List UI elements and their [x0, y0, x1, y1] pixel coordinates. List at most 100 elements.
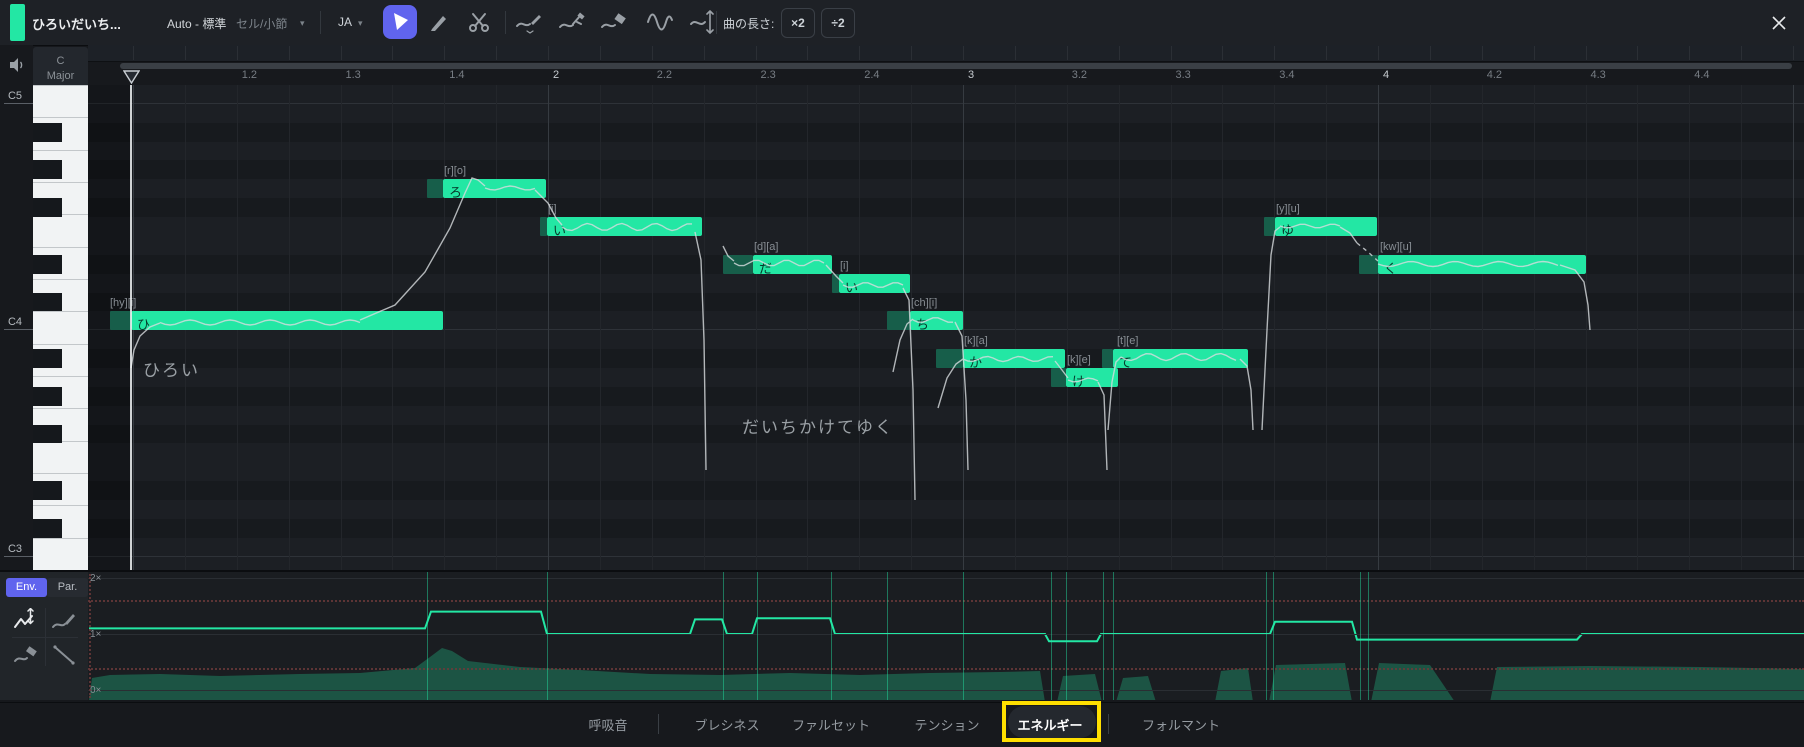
pencil-tool-button[interactable]: [425, 10, 451, 34]
double-length-button[interactable]: ×2: [781, 8, 815, 38]
black-key[interactable]: [33, 293, 62, 312]
black-key[interactable]: [33, 481, 62, 500]
scale-gridline: [88, 690, 1804, 691]
tool-grid-divider: [45, 608, 46, 666]
black-key[interactable]: [33, 387, 62, 406]
note-boundary-line[interactable]: [963, 572, 964, 700]
note-boundary-line[interactable]: [1266, 572, 1267, 700]
tab-ブレシネス[interactable]: ブレシネス: [694, 715, 759, 734]
envelope-transform-tool-button[interactable]: [13, 608, 41, 634]
pitch-shift-tool-button[interactable]: [687, 10, 713, 34]
note-く[interactable]: [1378, 255, 1586, 274]
horizontal-scrollbar[interactable]: [120, 63, 1792, 69]
mode-selector-label[interactable]: Auto - 標準: [167, 15, 226, 32]
language-selector[interactable]: JA: [338, 15, 352, 29]
note-boundary-line[interactable]: [1113, 572, 1114, 700]
note-attack-ち[interactable]: [887, 311, 910, 330]
black-key[interactable]: [33, 160, 62, 179]
black-key[interactable]: [33, 198, 62, 217]
pitch-eraser-tool-button[interactable]: [600, 10, 626, 34]
piano-roll[interactable]: ひ[hy][i]ろ[r][o]い[i]だ[d][a]い[i]ち[ch][i]か[…: [88, 85, 1804, 570]
chevron-down-icon[interactable]: ▾: [358, 18, 363, 29]
note-attack-く[interactable]: [1359, 255, 1378, 274]
note-attack-だ[interactable]: [723, 255, 753, 274]
note-か[interactable]: [963, 349, 1065, 368]
beat-line: [600, 85, 601, 570]
note-だ[interactable]: [753, 255, 832, 274]
volume-icon[interactable]: [8, 56, 26, 79]
timeline-ruler[interactable]: 1.21.31.422.22.32.433.23.33.444.24.34.4: [88, 45, 1804, 85]
region-dotted-line: [89, 574, 91, 698]
tab-エネルギー[interactable]: エネルギー: [1017, 715, 1082, 734]
note-て[interactable]: [1113, 349, 1248, 368]
close-button[interactable]: [1764, 8, 1794, 38]
loudness-waveform: [89, 648, 1804, 700]
tab-フォルマント[interactable]: フォルマント: [1142, 715, 1220, 734]
bar-line: [1378, 85, 1379, 570]
note-ゆ[interactable]: [1275, 217, 1377, 236]
note-boundary-line[interactable]: [1368, 572, 1369, 700]
playhead-marker[interactable]: [123, 70, 140, 89]
energy-envelope-line[interactable]: [89, 612, 1804, 642]
note-attack-て[interactable]: [1102, 349, 1113, 368]
tab-parameters[interactable]: Par.: [47, 578, 88, 597]
piano-keyboard[interactable]: [33, 85, 88, 570]
mode-unit-label[interactable]: セル/小節: [236, 15, 287, 32]
ruler-tick: [1326, 46, 1327, 60]
ruler-label-3.2: 3.2: [1072, 69, 1087, 81]
note-boundary-line[interactable]: [757, 572, 758, 700]
pitch-brush-tool-button[interactable]: [558, 10, 584, 34]
envelope-eraser-tool-button[interactable]: [13, 642, 41, 668]
pitch-pen-tool-button[interactable]: [515, 10, 541, 34]
chevron-down-icon[interactable]: ▾: [300, 18, 305, 29]
note-ろ[interactable]: [443, 179, 546, 198]
black-key[interactable]: [33, 123, 62, 142]
note-attack-か[interactable]: [936, 349, 963, 368]
note-boundary-line[interactable]: [831, 572, 832, 700]
note-attack-ゆ[interactable]: [1264, 217, 1275, 236]
note-ち[interactable]: [910, 311, 963, 330]
note-attack-い[interactable]: [540, 217, 547, 236]
octave-label-rule: [4, 103, 33, 104]
parameter-graph[interactable]: 2×1×0×: [88, 572, 1804, 700]
pointer-tool-button[interactable]: [383, 5, 417, 39]
ruler-tick: [496, 46, 497, 60]
note-boundary-line[interactable]: [1273, 572, 1274, 700]
note-attack-い[interactable]: [832, 274, 839, 293]
note-boundary-line[interactable]: [1066, 572, 1067, 700]
black-key[interactable]: [33, 255, 62, 274]
envelope-pen-tool-button[interactable]: [51, 608, 79, 634]
black-key[interactable]: [33, 519, 62, 538]
tab-ファルセット[interactable]: ファルセット: [792, 715, 870, 734]
note-boundary-line[interactable]: [723, 572, 724, 700]
note-い[interactable]: [547, 217, 702, 236]
ruler-tick: [1274, 46, 1275, 60]
tab-呼吸音[interactable]: 呼吸音: [588, 715, 627, 734]
scale-gridline: [88, 578, 1804, 579]
tab-envelope[interactable]: Env.: [6, 578, 47, 597]
note-boundary-line[interactable]: [547, 572, 548, 700]
white-key-separator: [33, 505, 88, 506]
pointer-play-icon: [383, 26, 417, 43]
halve-length-button[interactable]: ÷2: [821, 8, 855, 38]
tab-テンション[interactable]: テンション: [914, 715, 979, 734]
note-い[interactable]: [839, 274, 910, 293]
ruler-label-2.2: 2.2: [657, 69, 672, 81]
note-attack-ろ[interactable]: [427, 179, 443, 198]
note-け[interactable]: [1066, 368, 1118, 387]
note-ひ[interactable]: [131, 311, 443, 330]
black-key[interactable]: [33, 349, 62, 368]
note-boundary-line[interactable]: [1360, 572, 1361, 700]
note-attack-ひ[interactable]: [110, 311, 131, 330]
note-boundary-line[interactable]: [427, 572, 428, 700]
note-boundary-line[interactable]: [887, 572, 888, 700]
black-key[interactable]: [33, 425, 62, 444]
note-boundary-line[interactable]: [1103, 572, 1104, 700]
note-attack-け[interactable]: [1051, 368, 1066, 387]
pitch-row: [88, 368, 1804, 387]
playhead-line[interactable]: [130, 85, 132, 570]
scissors-tool-button[interactable]: [466, 10, 492, 34]
note-boundary-line[interactable]: [1051, 572, 1052, 700]
vibrato-tool-button[interactable]: [645, 10, 671, 34]
envelope-line-tool-button[interactable]: [51, 642, 79, 668]
